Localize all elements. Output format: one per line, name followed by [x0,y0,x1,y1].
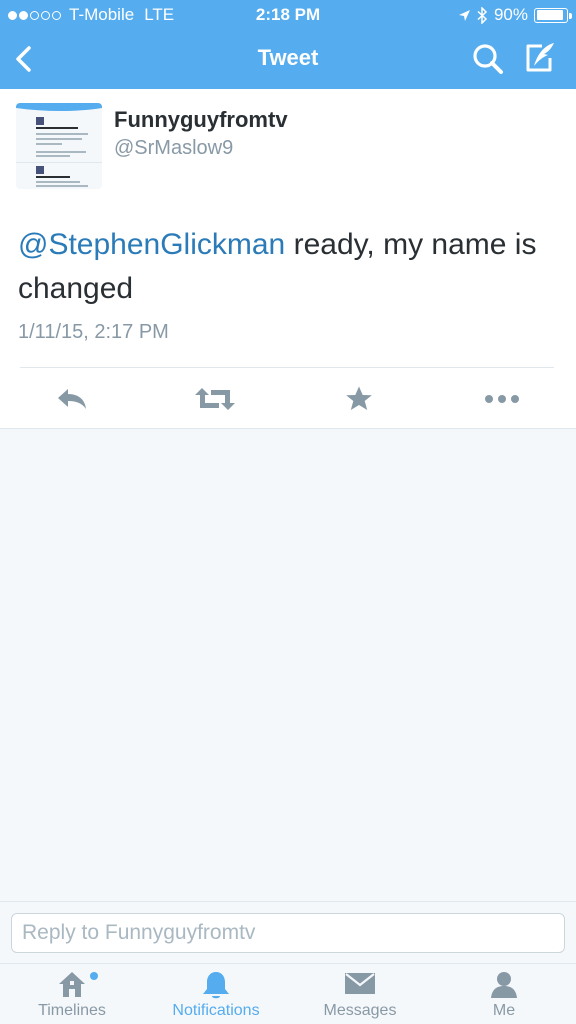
bell-icon [203,972,229,999]
divider [20,367,554,368]
favorite-icon [346,386,372,410]
envelope-icon [345,973,375,994]
person-icon [491,972,517,998]
tweet-detail: Funnyguyfromtv @SrMaslow9 @StephenGlickm… [0,89,576,429]
tab-timelines[interactable]: Timelines [0,964,144,1024]
bluetooth-icon [477,6,488,24]
tweet-text: @StephenGlickman ready, my name is chang… [18,223,558,311]
avatar-image [16,103,102,189]
tab-label: Notifications [172,1002,260,1019]
tab-notifications[interactable]: Notifications [144,964,288,1024]
author-handle: @SrMaslow9 [114,137,234,159]
more-icon [485,395,519,403]
battery-icon [534,7,572,23]
author-name[interactable]: Funnyguyfromtv [114,107,288,133]
battery-percent: 90% [493,5,528,24]
tab-label: Me [492,1002,516,1019]
search-icon [473,44,503,74]
tab-label: Timelines [38,1002,106,1019]
tweet-timestamp: 1/11/15, 2:17 PM [18,321,169,343]
tab-bar: Timelines Notifications Messages Me [0,963,576,1024]
mention-link[interactable]: @StephenGlickman [18,228,285,261]
compose-icon [526,43,554,72]
empty-space [0,429,576,901]
new-content-badge [90,972,98,980]
reply-icon [58,389,86,409]
avatar[interactable] [16,103,102,189]
tab-me[interactable]: Me [432,964,576,1024]
compose-button[interactable] [520,40,560,78]
location-arrow-icon [458,9,470,21]
favorite-button[interactable] [339,381,379,417]
tab-label: Messages [323,1002,397,1019]
reply-button[interactable] [52,381,92,417]
reply-input[interactable] [11,913,565,953]
retweet-icon [195,388,235,410]
status-right: 90% [458,5,572,25]
home-icon [59,972,85,997]
status-bar: T-Mobile LTE 2:18 PM 90% [0,0,576,30]
more-button[interactable] [482,381,522,417]
app-header: T-Mobile LTE 2:18 PM 90% Tweet [0,0,576,89]
nav-bar: Tweet [0,30,576,89]
tab-messages[interactable]: Messages [288,964,432,1024]
reply-bar [0,901,576,963]
search-button[interactable] [470,42,506,78]
retweet-button[interactable] [195,381,235,417]
